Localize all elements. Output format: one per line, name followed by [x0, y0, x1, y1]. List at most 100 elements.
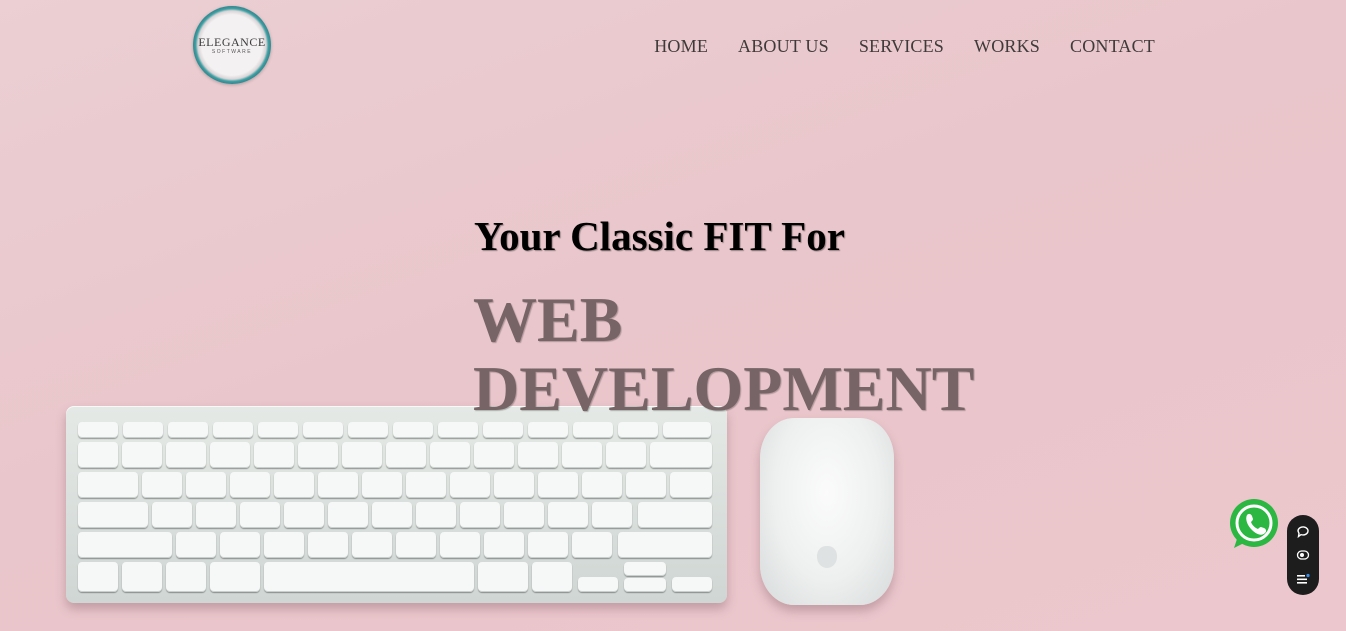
- key: [152, 502, 192, 528]
- key: [548, 502, 588, 528]
- key: [328, 502, 368, 528]
- nav-about-us[interactable]: ABOUT US: [738, 36, 829, 57]
- key: [672, 577, 712, 592]
- key: [123, 422, 163, 438]
- key: [624, 562, 666, 576]
- key: [176, 532, 216, 558]
- key: [213, 422, 253, 438]
- key: [220, 532, 260, 558]
- key: [483, 422, 523, 438]
- key: [430, 442, 470, 468]
- key: [210, 562, 260, 592]
- key: [578, 577, 618, 592]
- key: [274, 472, 314, 498]
- logo-text: ELEGANCE: [198, 34, 266, 49]
- key: [348, 422, 388, 438]
- logo[interactable]: ELEGANCE SOFTWARE: [193, 6, 271, 84]
- whatsapp-button[interactable]: [1228, 498, 1280, 550]
- key: [626, 472, 666, 498]
- key: [362, 472, 402, 498]
- key: [562, 442, 602, 468]
- key: [393, 422, 433, 438]
- chat-icon[interactable]: [1296, 525, 1310, 539]
- nav-services[interactable]: SERVICES: [859, 36, 944, 57]
- menu-icon[interactable]: [1296, 572, 1310, 586]
- key: [284, 502, 324, 528]
- key: [78, 562, 118, 592]
- key: [670, 472, 712, 498]
- key: [264, 532, 304, 558]
- key: [638, 502, 712, 528]
- key: [78, 442, 118, 468]
- key: [303, 422, 343, 438]
- key: [532, 562, 572, 592]
- key: [396, 532, 436, 558]
- side-tool-panel: [1287, 515, 1319, 595]
- key: [618, 422, 658, 438]
- key: [142, 472, 182, 498]
- key: [240, 502, 280, 528]
- key: [78, 472, 138, 498]
- key: [478, 562, 528, 592]
- whatsapp-icon: [1230, 499, 1278, 548]
- hero-title-line1: WEB: [473, 284, 623, 355]
- key: [166, 562, 206, 592]
- key: [352, 532, 392, 558]
- mouse-image: [760, 418, 894, 605]
- key: [606, 442, 646, 468]
- key: [592, 502, 632, 528]
- key: [372, 502, 412, 528]
- hero-subtitle: Your Classic FIT For: [474, 213, 845, 259]
- key: [210, 442, 250, 468]
- key: [663, 422, 711, 438]
- key: [416, 502, 456, 528]
- key: [78, 532, 172, 558]
- space-key: [264, 562, 474, 592]
- key: [168, 422, 208, 438]
- key: [650, 442, 712, 468]
- key: [122, 442, 162, 468]
- hero-title: WEB DEVELOPMENT: [473, 285, 974, 423]
- key: [298, 442, 338, 468]
- logo-subtext: SOFTWARE: [211, 48, 253, 55]
- key: [196, 502, 236, 528]
- key: [572, 532, 612, 558]
- nav-works[interactable]: WORKS: [974, 36, 1040, 57]
- nav-contact[interactable]: CONTACT: [1070, 36, 1155, 57]
- key: [254, 442, 294, 468]
- apple-logo-icon: [817, 546, 837, 568]
- key: [474, 442, 514, 468]
- key: [78, 502, 148, 528]
- hero-title-line2: DEVELOPMENT: [473, 353, 975, 424]
- key: [308, 532, 348, 558]
- key: [342, 442, 382, 468]
- nav-home[interactable]: HOME: [654, 36, 708, 57]
- key: [504, 502, 544, 528]
- key: [166, 442, 206, 468]
- key: [618, 532, 712, 558]
- key: [450, 472, 490, 498]
- key: [494, 472, 534, 498]
- key: [186, 472, 226, 498]
- main-nav: HOME ABOUT US SERVICES WORKS CONTACT: [654, 36, 1155, 57]
- key: [440, 532, 480, 558]
- key: [582, 472, 622, 498]
- key: [386, 442, 426, 468]
- key: [122, 562, 162, 592]
- key: [528, 422, 568, 438]
- key: [78, 422, 118, 438]
- key: [460, 502, 500, 528]
- key: [318, 472, 358, 498]
- key: [230, 472, 270, 498]
- key: [484, 532, 524, 558]
- key: [528, 532, 568, 558]
- key: [573, 422, 613, 438]
- key: [258, 422, 298, 438]
- eye-icon[interactable]: [1296, 548, 1310, 562]
- key: [438, 422, 478, 438]
- key: [538, 472, 578, 498]
- key: [624, 578, 666, 592]
- key: [406, 472, 446, 498]
- key: [518, 442, 558, 468]
- keyboard-image: [66, 406, 727, 603]
